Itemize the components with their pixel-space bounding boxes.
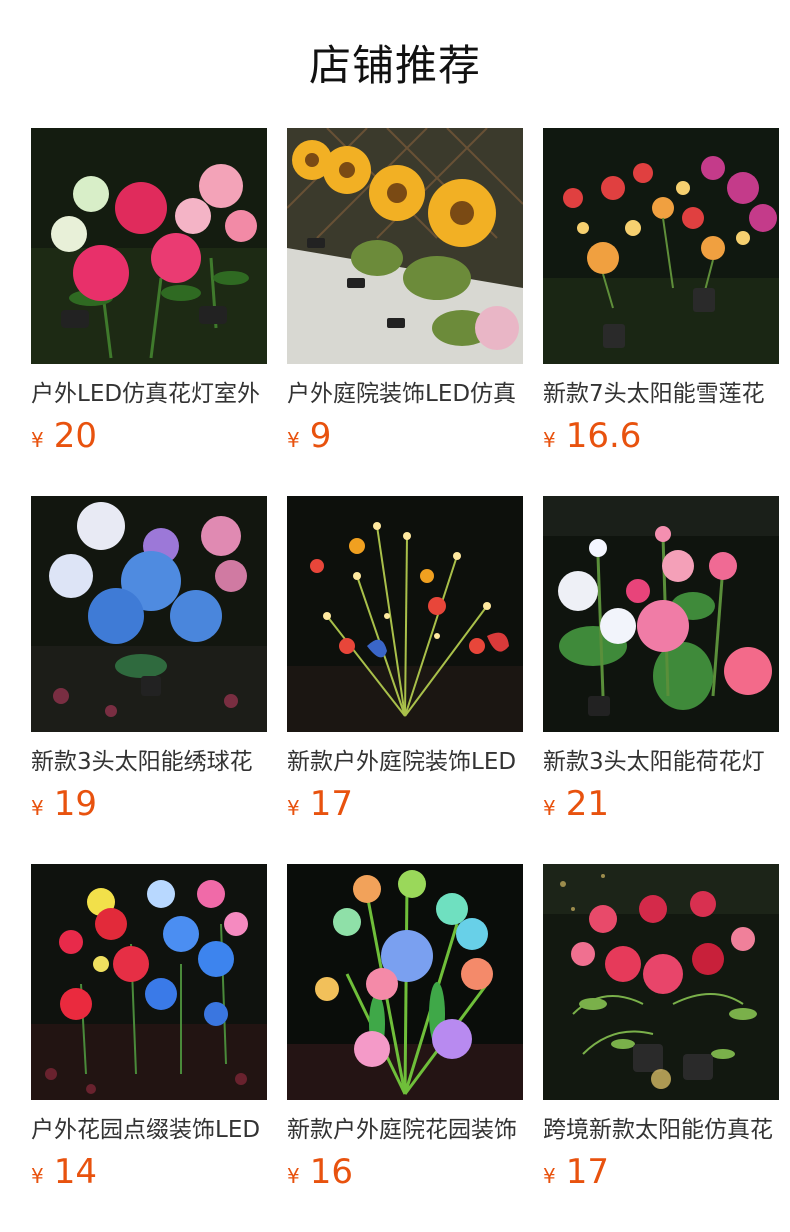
product-name[interactable]: 户外庭院装饰LED仿真 xyxy=(287,378,523,410)
product-image-5[interactable] xyxy=(287,496,523,732)
product-price: ¥16.6 xyxy=(543,416,779,462)
product-name[interactable]: 户外花园点缀装饰LED xyxy=(31,1114,267,1146)
price-value: 9 xyxy=(309,416,332,456)
product-card-5[interactable]: 新款户外庭院装饰LED ¥17 xyxy=(287,496,523,830)
product-price: ¥19 xyxy=(31,784,267,830)
product-price: ¥16 xyxy=(287,1152,523,1198)
product-price: ¥17 xyxy=(287,784,523,830)
lily-solar-light-image xyxy=(287,864,523,1100)
product-name[interactable]: 新款7头太阳能雪莲花 xyxy=(543,378,779,410)
price-value: 17 xyxy=(565,1152,609,1192)
product-price: ¥14 xyxy=(31,1152,267,1198)
section-title: 店铺推荐 xyxy=(308,41,481,90)
product-name[interactable]: 新款户外庭院花园装饰 xyxy=(287,1114,523,1146)
currency-symbol: ¥ xyxy=(31,1164,44,1188)
product-image-3[interactable] xyxy=(543,128,779,364)
product-card-7[interactable]: 户外花园点缀装饰LED ¥14 xyxy=(31,864,267,1198)
product-price: ¥9 xyxy=(287,416,523,462)
product-card-4[interactable]: 新款3头太阳能绣球花 ¥19 xyxy=(31,496,267,830)
price-value: 16 xyxy=(309,1152,353,1192)
lotus-solar-light-image xyxy=(543,496,779,732)
rose-solar-light-image xyxy=(31,864,267,1100)
product-card-2[interactable]: 户外庭院装饰LED仿真 ¥9 xyxy=(287,128,523,462)
product-name[interactable]: 新款3头太阳能绣球花 xyxy=(31,746,267,778)
product-image-4[interactable] xyxy=(31,496,267,732)
product-image-2[interactable] xyxy=(287,128,523,364)
hydrangea-solar-light-image xyxy=(31,496,267,732)
currency-symbol: ¥ xyxy=(287,796,300,820)
carnation-solar-light-image xyxy=(543,864,779,1100)
product-name[interactable]: 新款户外庭院装饰LED xyxy=(287,746,523,778)
product-name[interactable]: 新款3头太阳能荷花灯 xyxy=(543,746,779,778)
currency-symbol: ¥ xyxy=(287,428,300,452)
price-value: 16.6 xyxy=(565,416,642,456)
currency-symbol: ¥ xyxy=(31,428,44,452)
currency-symbol: ¥ xyxy=(287,1164,300,1188)
sunflower-solar-light-image xyxy=(287,128,523,364)
product-image-6[interactable] xyxy=(543,496,779,732)
product-image-8[interactable] xyxy=(287,864,523,1100)
product-card-8[interactable]: 新款户外庭院花园装饰 ¥16 xyxy=(287,864,523,1198)
price-value: 14 xyxy=(53,1152,97,1192)
price-value: 20 xyxy=(53,416,97,456)
product-name[interactable]: 户外LED仿真花灯室外 xyxy=(31,378,267,410)
product-price: ¥21 xyxy=(543,784,779,830)
product-name[interactable]: 跨境新款太阳能仿真花 xyxy=(543,1114,779,1146)
product-image-9[interactable] xyxy=(543,864,779,1100)
price-value: 19 xyxy=(53,784,97,824)
currency-symbol: ¥ xyxy=(543,428,556,452)
product-card-1[interactable]: 户外LED仿真花灯室外 ¥20 xyxy=(31,128,267,462)
price-value: 21 xyxy=(565,784,609,824)
product-price: ¥17 xyxy=(543,1152,779,1198)
currency-symbol: ¥ xyxy=(543,796,556,820)
price-value: 17 xyxy=(309,784,353,824)
currency-symbol: ¥ xyxy=(31,796,44,820)
currency-symbol: ¥ xyxy=(543,1164,556,1188)
shop-recommendations-page: 店铺推荐 户外LED仿真花灯室外 ¥ 20 户外庭院装饰LED仿真 ¥ 9 新款… xyxy=(0,0,790,1232)
product-card-6[interactable]: 新款3头太阳能荷花灯 ¥21 xyxy=(543,496,779,830)
butterfly-solar-light-image xyxy=(287,496,523,732)
product-image-1[interactable] xyxy=(31,128,267,364)
product-card-9[interactable]: 跨境新款太阳能仿真花 ¥17 xyxy=(543,864,779,1198)
product-price: ¥20 xyxy=(31,416,267,462)
product-image-7[interactable] xyxy=(31,864,267,1100)
snow-lotus-solar-light-image xyxy=(543,128,779,364)
product-card-3[interactable]: 新款7头太阳能雪莲花 ¥16.6 xyxy=(543,128,779,462)
peony-solar-light-image xyxy=(31,128,267,364)
